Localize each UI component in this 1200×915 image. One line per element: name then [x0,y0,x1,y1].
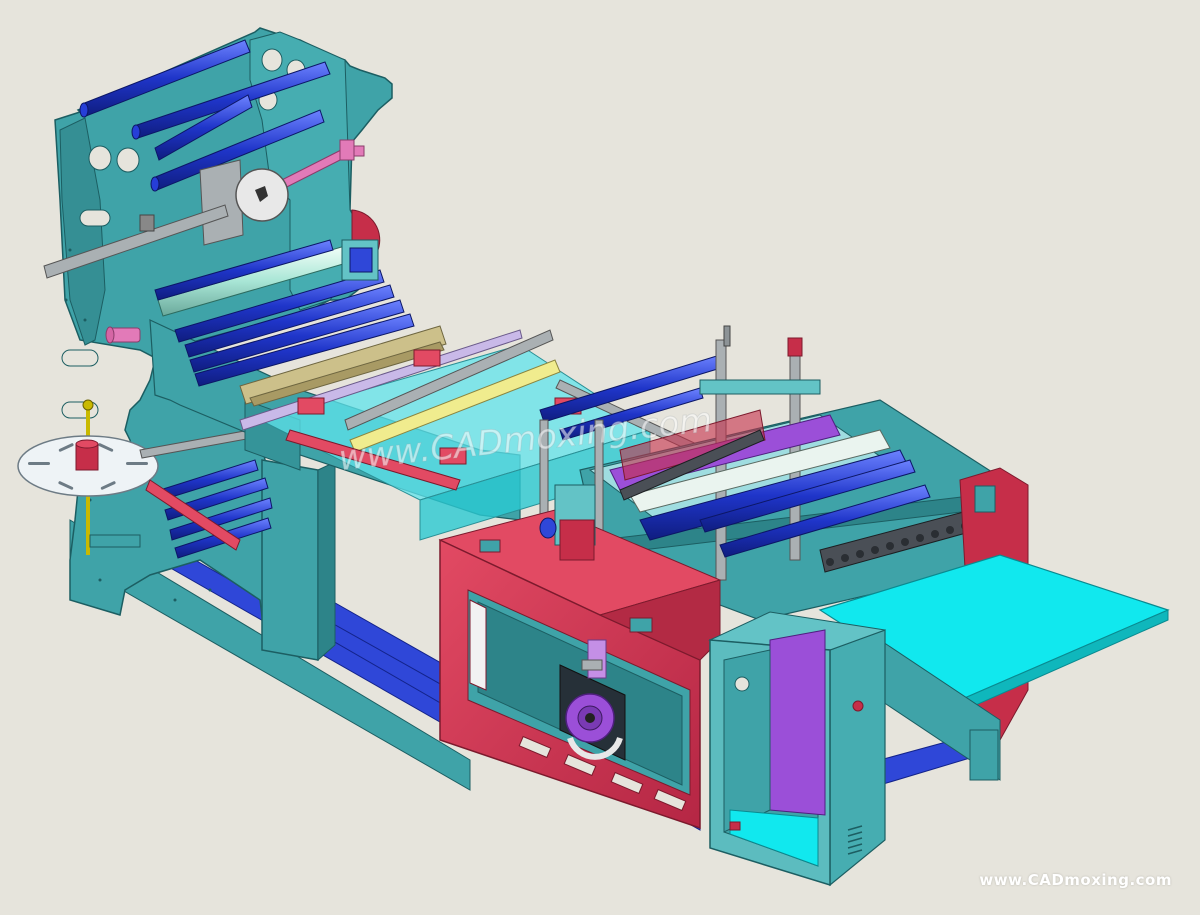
pink-spigot [105,326,141,344]
corner-watermark: www.CADmoxing.com [979,871,1172,889]
middle-leg [261,459,336,662]
electrical-cabinet [708,611,886,887]
machine-drawing: www.CADmoxing.com [17,27,1170,887]
infeed-bracket [341,239,379,281]
